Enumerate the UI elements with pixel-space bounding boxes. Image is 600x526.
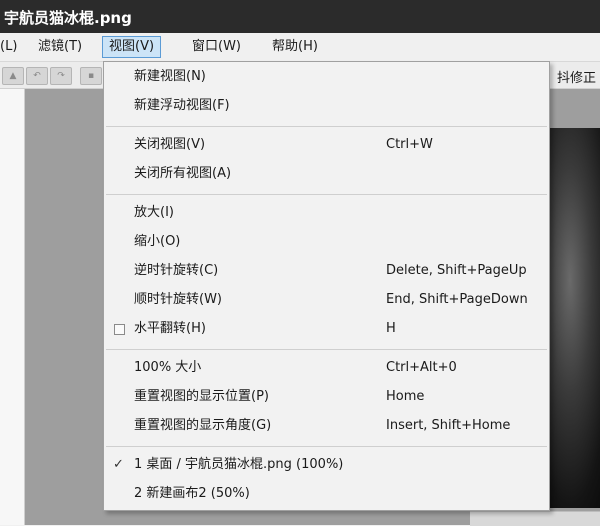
menu-item-flip-horizontal[interactable]: 水平翻转(H) H: [104, 315, 549, 343]
menu-item-close-all-views[interactable]: 关闭所有视图(A): [104, 160, 549, 188]
menu-bar: (L) 滤镜(T) 视图(V) 窗口(W) 帮助(H): [0, 33, 600, 62]
menu-item-shortcut: Ctrl+Alt+0: [386, 360, 457, 375]
menu-item-label: 关闭所有视图(A): [134, 166, 232, 181]
menu-item-label: 100% 大小: [134, 360, 202, 375]
view-menu-dropdown: 新建视图(N) 新建浮动视图(F) 关闭视图(V) Ctrl+W 关闭所有视图(…: [103, 61, 550, 511]
menu-separator: [106, 126, 547, 127]
menu-item-label: 缩小(O): [134, 234, 181, 249]
undo-icon[interactable]: ↶: [26, 67, 48, 85]
menu-item-shortcut: Home: [386, 389, 425, 404]
menu-item-new-view[interactable]: 新建视图(N): [104, 63, 549, 91]
stabilizer-label[interactable]: 抖修正: [557, 67, 596, 86]
menu-item-rotate-cw[interactable]: 顺时针旋转(W) End, Shift+PageDown: [104, 286, 549, 314]
menu-help[interactable]: 帮助(H): [266, 36, 324, 58]
tool-up-icon[interactable]: ▲: [2, 67, 24, 85]
menu-item-shortcut: H: [386, 321, 396, 336]
menu-item-label: 新建浮动视图(F): [134, 98, 230, 113]
menu-item-label: 逆时针旋转(C): [134, 263, 219, 278]
status-bar: [470, 511, 600, 526]
title-bar: 宇航员猫冰棍.png: [0, 0, 600, 33]
menu-separator: [106, 194, 547, 195]
menu-item-reset-position[interactable]: 重置视图的显示位置(P) Home: [104, 383, 549, 411]
menu-item-zoom-in[interactable]: 放大(I): [104, 199, 549, 227]
menu-item-zoom-out[interactable]: 缩小(O): [104, 228, 549, 256]
menu-filter[interactable]: 滤镜(T): [32, 36, 88, 58]
menu-item-rotate-ccw[interactable]: 逆时针旋转(C) Delete, Shift+PageUp: [104, 257, 549, 285]
menu-item-new-float-view[interactable]: 新建浮动视图(F): [104, 92, 549, 120]
left-panel: [0, 89, 25, 525]
menu-item-shortcut: End, Shift+PageDown: [386, 292, 528, 307]
menu-item-shortcut: Insert, Shift+Home: [386, 418, 511, 433]
menu-item-shortcut: Delete, Shift+PageUp: [386, 263, 527, 278]
menu-item-shortcut: Ctrl+W: [386, 137, 433, 152]
window-title: 宇航员猫冰棍.png: [4, 9, 132, 27]
menu-item-label: 2 新建画布2 (50%): [134, 486, 250, 501]
menu-item-actual-size[interactable]: 100% 大小 Ctrl+Alt+0: [104, 354, 549, 382]
menu-item-window-1[interactable]: ✓ 1 桌面 / 宇航员猫冰棍.png (100%): [104, 451, 549, 479]
menu-item-window-2[interactable]: 2 新建画布2 (50%): [104, 480, 549, 508]
menu-view[interactable]: 视图(V): [102, 36, 162, 58]
menu-item-label: 新建视图(N): [134, 69, 206, 84]
menu-item-label: 水平翻转(H): [134, 321, 206, 336]
menu-edit-partial[interactable]: (L): [0, 36, 23, 58]
menu-item-reset-angle[interactable]: 重置视图的显示角度(G) Insert, Shift+Home: [104, 412, 549, 440]
menu-separator: [106, 349, 547, 350]
menu-separator: [106, 446, 547, 447]
redo-icon[interactable]: ↷: [50, 67, 72, 85]
menu-item-label: 放大(I): [134, 205, 174, 220]
tool-icon[interactable]: ▪: [80, 67, 102, 85]
menu-item-label: 顺时针旋转(W): [134, 292, 222, 307]
menu-item-label: 关闭视图(V): [134, 137, 206, 152]
menu-item-label: 重置视图的显示位置(P): [134, 389, 269, 404]
checkmark-icon: ✓: [113, 457, 124, 472]
menu-window[interactable]: 窗口(W): [186, 36, 247, 58]
checkbox-icon: [114, 324, 125, 335]
menu-item-label: 1 桌面 / 宇航员猫冰棍.png (100%): [134, 457, 344, 472]
menu-item-label: 重置视图的显示角度(G): [134, 418, 272, 433]
menu-item-close-view[interactable]: 关闭视图(V) Ctrl+W: [104, 131, 549, 159]
